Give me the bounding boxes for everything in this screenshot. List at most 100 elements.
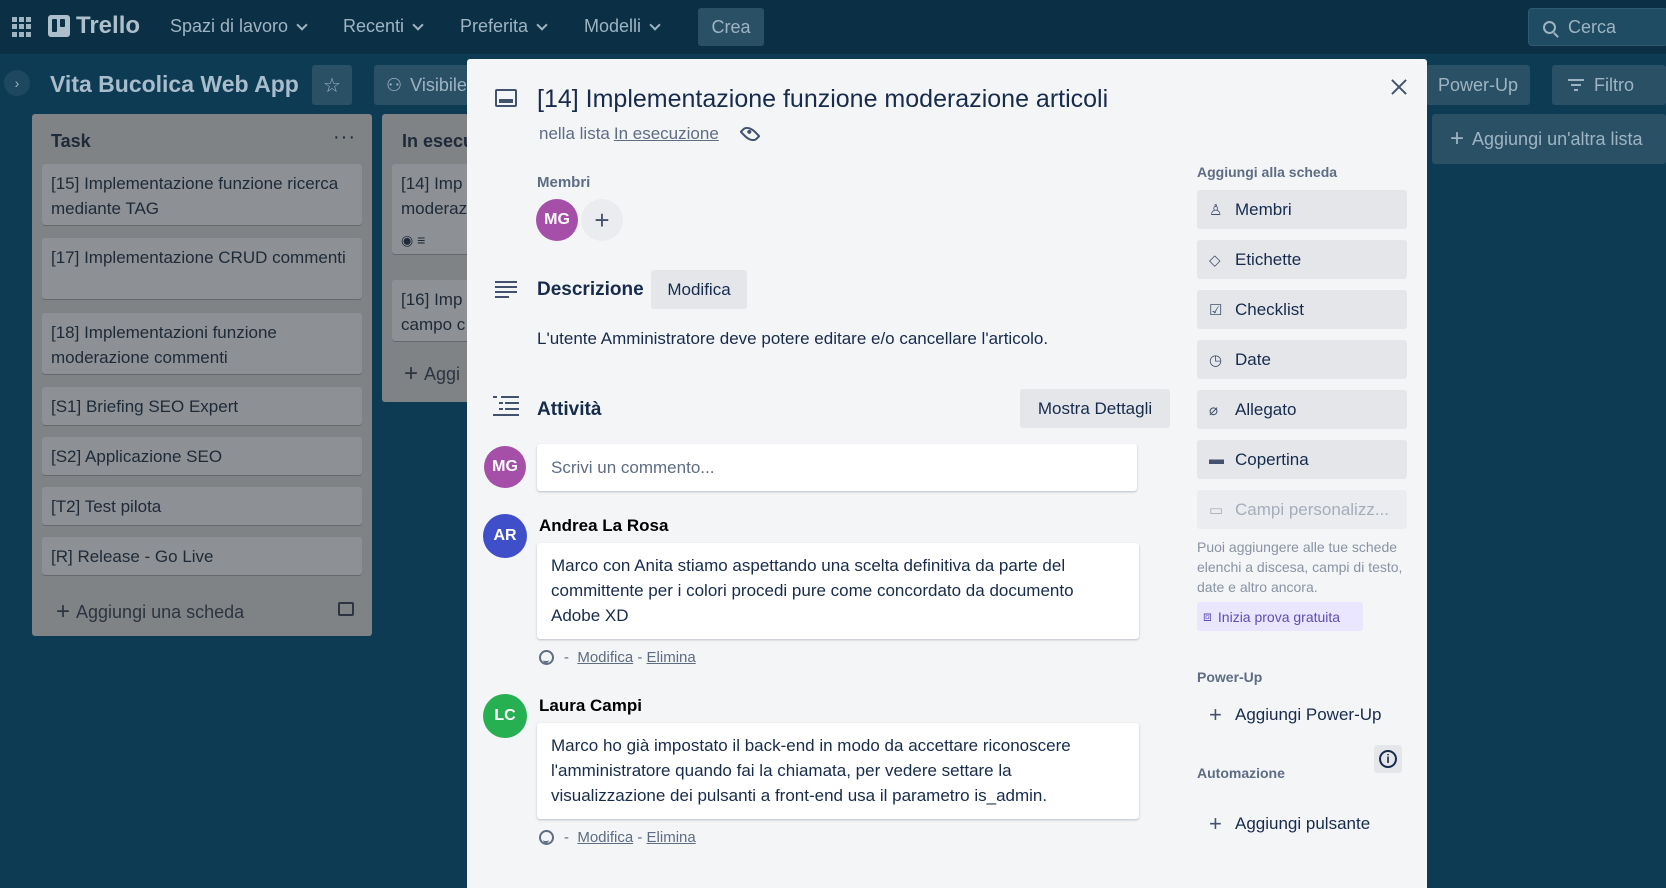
search-placeholder: Cerca bbox=[1568, 16, 1617, 37]
separator: - bbox=[564, 649, 569, 666]
list-card-title: [14] Imp moderaz bbox=[401, 174, 468, 218]
attachment-button[interactable]: ⌀ Allegato bbox=[1197, 390, 1407, 429]
separator: - bbox=[564, 829, 569, 846]
filter-button[interactable]: Filtro bbox=[1552, 65, 1666, 105]
separator: - bbox=[637, 829, 643, 846]
star-board-button[interactable]: ☆ bbox=[312, 65, 352, 105]
custom-fields-button[interactable]: ▭ Campi personalizz... bbox=[1197, 490, 1407, 529]
avatar[interactable]: MG bbox=[536, 199, 578, 241]
list-card[interactable]: [S1] Briefing SEO Expert bbox=[42, 387, 362, 425]
visibility-button[interactable]: ⚇ Visibile bbox=[374, 65, 474, 105]
chevron-down-icon bbox=[412, 18, 424, 31]
nav-starred-label: Preferita bbox=[460, 16, 529, 36]
trello-logo-icon bbox=[48, 15, 70, 37]
list-card[interactable]: [17] Implementazione CRUD commenti bbox=[42, 238, 362, 299]
start-trial-button[interactable]: ⧈ Inizia prova gratuita bbox=[1197, 602, 1363, 631]
cover-button[interactable]: ▬ Copertina bbox=[1197, 440, 1407, 479]
custom-fields-icon: ▭ bbox=[1209, 501, 1224, 519]
activity-heading: Attività bbox=[537, 399, 602, 420]
add-card-button[interactable]: + Aggi bbox=[404, 360, 460, 388]
delete-comment-link[interactable]: Elimina bbox=[647, 829, 696, 846]
list-card[interactable]: [R] Release - Go Live bbox=[42, 537, 362, 575]
edit-comment-link[interactable]: Modifica bbox=[577, 649, 633, 666]
trello-logo[interactable]: Trello bbox=[48, 12, 140, 40]
delete-comment-link[interactable]: Elimina bbox=[647, 649, 696, 666]
checklist-button[interactable]: ☑ Checklist bbox=[1197, 290, 1407, 329]
activity-icon bbox=[493, 396, 519, 416]
card-title[interactable]: [14] Implementazione funzione moderazion… bbox=[537, 85, 1108, 114]
add-button-button[interactable]: + Aggiungi pulsante bbox=[1197, 804, 1407, 843]
plus-icon: + bbox=[1209, 810, 1222, 836]
list-task: Task ··· [15] Implementazione funzione r… bbox=[32, 114, 372, 636]
plus-icon: + bbox=[1209, 701, 1222, 727]
nav-templates[interactable]: Modelli bbox=[584, 16, 661, 37]
avatar[interactable]: LC bbox=[483, 694, 527, 738]
people-icon: ⚇ bbox=[386, 74, 403, 95]
add-list-label: Aggiungi un'altra lista bbox=[1472, 128, 1643, 149]
cover-icon: ▬ bbox=[1209, 451, 1224, 468]
list-card[interactable]: [18] Implementazioni funzione moderazion… bbox=[42, 313, 362, 374]
comment-text: Marco ho già impostato il back-end in mo… bbox=[537, 723, 1139, 819]
avatar[interactable]: AR bbox=[483, 514, 527, 558]
comment-input[interactable]: Scrivi un commento... bbox=[537, 444, 1137, 491]
add-card-button[interactable]: + Aggiungi una scheda bbox=[56, 598, 244, 626]
checkbox-icon: ☑ bbox=[1209, 301, 1223, 319]
plus-icon: + bbox=[1450, 125, 1465, 152]
expand-sidebar-button[interactable]: › bbox=[4, 70, 30, 96]
nav-starred[interactable]: Preferita bbox=[460, 16, 548, 37]
nav-workspaces[interactable]: Spazi di lavoro bbox=[170, 16, 308, 37]
search-input[interactable]: Cerca bbox=[1528, 8, 1666, 46]
add-list-button[interactable]: + Aggiungi un'altra lista bbox=[1432, 114, 1666, 164]
add-reaction-icon[interactable] bbox=[539, 650, 554, 665]
watch-icon: ◉ ≡ bbox=[401, 232, 426, 248]
show-details-button[interactable]: Mostra Dettagli bbox=[1020, 389, 1170, 428]
comment-actions: - Modifica - Elimina bbox=[539, 829, 696, 846]
card-template-icon[interactable] bbox=[338, 602, 354, 616]
custom-fields-button-label: Campi personalizz... bbox=[1235, 499, 1390, 519]
powerup-button[interactable]: Power-Up bbox=[1426, 65, 1530, 105]
add-powerup-label: Aggiungi Power-Up bbox=[1235, 704, 1382, 724]
members-label: Membri bbox=[537, 174, 591, 191]
in-list-link[interactable]: In esecuzione bbox=[614, 124, 719, 144]
add-reaction-icon[interactable] bbox=[539, 830, 554, 845]
description-text[interactable]: L'utente Amministratore deve potere edit… bbox=[537, 329, 1048, 349]
list-card[interactable]: [S2] Applicazione SEO bbox=[42, 437, 362, 475]
info-icon[interactable]: i bbox=[1374, 745, 1402, 773]
automation-heading: Automazione bbox=[1197, 765, 1285, 781]
comment-actions: - Modifica - Elimina bbox=[539, 649, 696, 666]
chevron-down-icon bbox=[296, 18, 308, 31]
list-title[interactable]: In esecu bbox=[402, 131, 474, 152]
add-powerup-button[interactable]: + Aggiungi Power-Up bbox=[1197, 695, 1407, 734]
list-card[interactable]: [15] Implementazione funzione ricerca me… bbox=[42, 164, 362, 225]
filter-label: Filtro bbox=[1594, 74, 1634, 95]
apps-grid-icon[interactable] bbox=[12, 17, 32, 37]
card-detail-modal: [14] Implementazione funzione moderazion… bbox=[467, 59, 1427, 888]
edit-description-button[interactable]: Modifica bbox=[651, 270, 747, 309]
add-to-card-label: Aggiungi alla scheda bbox=[1197, 164, 1338, 180]
list-title[interactable]: Task bbox=[51, 131, 91, 152]
comment-author[interactable]: Andrea La Rosa bbox=[539, 516, 668, 536]
custom-fields-note: Puoi aggiungere alle tue schede elenchi … bbox=[1197, 539, 1403, 595]
list-card[interactable]: [T2] Test pilota bbox=[42, 487, 362, 525]
visibility-label: Visibile bbox=[410, 74, 467, 95]
members-button[interactable]: ♙ Membri bbox=[1197, 190, 1407, 229]
add-member-button[interactable]: + bbox=[581, 199, 623, 241]
plus-icon: + bbox=[404, 360, 419, 387]
avatar: MG bbox=[484, 446, 526, 488]
comment-author[interactable]: Laura Campi bbox=[539, 696, 642, 716]
edit-comment-link[interactable]: Modifica bbox=[577, 829, 633, 846]
nav-recent[interactable]: Recenti bbox=[343, 16, 424, 37]
card-icon bbox=[495, 89, 517, 107]
create-button[interactable]: Crea bbox=[698, 8, 764, 46]
close-icon[interactable] bbox=[1387, 75, 1411, 99]
dates-button-label: Date bbox=[1235, 349, 1271, 369]
filter-icon bbox=[1568, 79, 1584, 91]
clock-icon: ◷ bbox=[1209, 351, 1223, 369]
list-menu-icon[interactable]: ··· bbox=[333, 126, 356, 149]
labels-button[interactable]: ◇ Etichette bbox=[1197, 240, 1407, 279]
add-card-label: Aggi bbox=[424, 363, 461, 384]
chevron-down-icon bbox=[649, 18, 661, 31]
dates-button[interactable]: ◷ Date bbox=[1197, 340, 1407, 379]
add-button-label: Aggiungi pulsante bbox=[1235, 813, 1371, 833]
board-title[interactable]: Vita Bucolica Web App bbox=[50, 71, 299, 98]
